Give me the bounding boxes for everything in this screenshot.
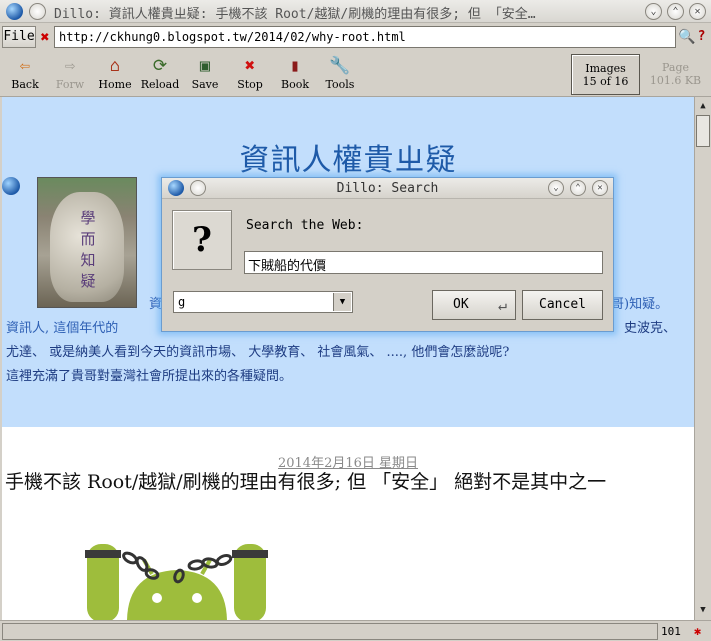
bookmarks-button[interactable]: ▮ Book — [273, 54, 317, 94]
page-viewport[interactable]: 資訊人權貴ㄓ疑 學而知疑 資 哥)知疑。 資訊人, 這個年代的 史波克、 尤達、… — [2, 97, 694, 620]
close-icon[interactable]: ✕ — [689, 3, 706, 20]
window-title: Dillo: 資訊人權貴ㄓ疑: 手機不該 Root/越獄/刷機的理由有很多; 但… — [54, 7, 536, 22]
dialog-title-bar: Dillo: Search ⌄ ⌃ ✕ — [162, 178, 613, 199]
wrench-icon: 🔧 — [329, 56, 351, 76]
help-icon[interactable]: ? — [694, 27, 709, 47]
android-chains-image — [85, 544, 268, 620]
url-input[interactable]: http://ckhung0.blogspot.tw/2014/02/why-r… — [54, 26, 676, 48]
globe-icon — [2, 177, 20, 195]
android-head — [127, 570, 227, 620]
clear-url-icon[interactable]: ✖ — [37, 28, 53, 46]
search-icon[interactable]: 🔍 — [678, 27, 695, 47]
cancel-button[interactable]: Cancel — [522, 290, 603, 320]
scroll-up-arrow-icon[interactable]: ▲ — [696, 98, 710, 114]
dialog-title: Dillo: Search — [336, 181, 439, 196]
android-eye-right — [192, 593, 202, 603]
rock-engraving: 學而知疑 — [80, 209, 96, 290]
images-counter[interactable]: Images 15 of 16 — [571, 54, 640, 95]
post-title[interactable]: 手機不該 Root/越獄/刷機的理由有很多; 但 「安全」 絕對不是其中之一 — [5, 467, 606, 494]
question-icon: ? — [172, 210, 232, 270]
dialog-close-icon[interactable]: ✕ — [592, 180, 608, 196]
home-button[interactable]: ⌂ Home — [93, 54, 137, 94]
save-icon: ▣ — [199, 56, 211, 76]
title-bar: Dillo: 資訊人權貴ㄓ疑: 手機不該 Root/越獄/刷機的理由有很多; 但… — [0, 0, 711, 23]
bug-meter-icon[interactable]: ✱ — [690, 624, 705, 639]
dialog-globe-icon — [168, 180, 184, 196]
blog-title[interactable]: 資訊人權貴ㄓ疑 — [2, 135, 694, 179]
window-menu-icon[interactable] — [29, 3, 46, 20]
stop-icon: ✖ — [244, 56, 256, 76]
scroll-down-arrow-icon[interactable]: ▼ — [696, 602, 710, 618]
page-size-indicator: Page 101.6 KB — [649, 61, 702, 87]
reload-icon: ⟳ — [152, 56, 168, 76]
stop-button[interactable]: ✖ Stop — [228, 54, 272, 94]
search-engine-select[interactable]: g ▼ — [173, 291, 353, 313]
intro-line-4: 這裡充滿了貴哥對臺灣社會所提出來的各種疑問。 — [6, 369, 293, 384]
android-eye-left — [152, 593, 162, 603]
status-count: 101 — [661, 625, 681, 638]
forward-button[interactable]: ⇨ Forw — [48, 54, 92, 94]
dillo-globe-icon[interactable] — [6, 3, 23, 20]
location-bar: File ✖ http://ckhung0.blogspot.tw/2014/0… — [0, 24, 711, 51]
reload-button[interactable]: ⟳ Reload — [138, 54, 182, 94]
search-engine-value: g — [178, 295, 186, 309]
dialog-minimize-icon[interactable]: ⌄ — [548, 180, 564, 196]
search-dialog: Dillo: Search ⌄ ⌃ ✕ ? Search the Web: 下賊… — [161, 177, 614, 332]
intro-line-2-end: 史波克、 — [624, 321, 677, 336]
left-cuff — [85, 550, 121, 558]
dropdown-arrow-icon[interactable]: ▼ — [333, 293, 351, 311]
back-arrow-icon: ⇦ — [19, 56, 31, 76]
toolbar: ⇦ Back ⇨ Forw ⌂ Home ⟳ Reload ▣ Save ✖ S… — [0, 52, 711, 97]
enter-key-icon: ↵ — [497, 296, 507, 314]
search-label: Search the Web: — [246, 218, 364, 233]
vertical-scrollbar[interactable]: ▲ ▼ — [694, 97, 711, 620]
forward-arrow-icon: ⇨ — [64, 56, 76, 76]
search-query-input[interactable]: 下賊船的代價 — [244, 251, 603, 274]
minimize-icon[interactable]: ⌄ — [645, 3, 662, 20]
status-bar: 101 ✱ — [0, 620, 711, 641]
file-menu-button[interactable]: File — [2, 26, 36, 48]
intro-line-1-end[interactable]: 哥)知疑。 — [611, 293, 668, 317]
home-icon: ⌂ — [109, 56, 121, 76]
intro-line-3: 尤達、 或是納美人看到今天的資訊市場、 大學教育、 社會風氣、 ...., 他們… — [6, 345, 510, 360]
book-icon: ▮ — [289, 56, 301, 76]
intro-line-2-start[interactable]: 資訊人, 這個年代的 — [6, 317, 118, 341]
tools-button[interactable]: 🔧 Tools — [318, 54, 362, 94]
save-button[interactable]: ▣ Save — [183, 54, 227, 94]
maximize-icon[interactable]: ⌃ — [667, 3, 684, 20]
blog-profile-image[interactable]: 學而知疑 — [37, 177, 137, 308]
dialog-menu-icon[interactable] — [190, 180, 206, 196]
dialog-maximize-icon[interactable]: ⌃ — [570, 180, 586, 196]
back-button[interactable]: ⇦ Back — [3, 54, 47, 94]
scrollbar-thumb[interactable] — [696, 115, 710, 147]
right-cuff — [232, 550, 268, 558]
ok-button[interactable]: OK ↵ — [432, 290, 516, 320]
status-message — [2, 623, 658, 640]
